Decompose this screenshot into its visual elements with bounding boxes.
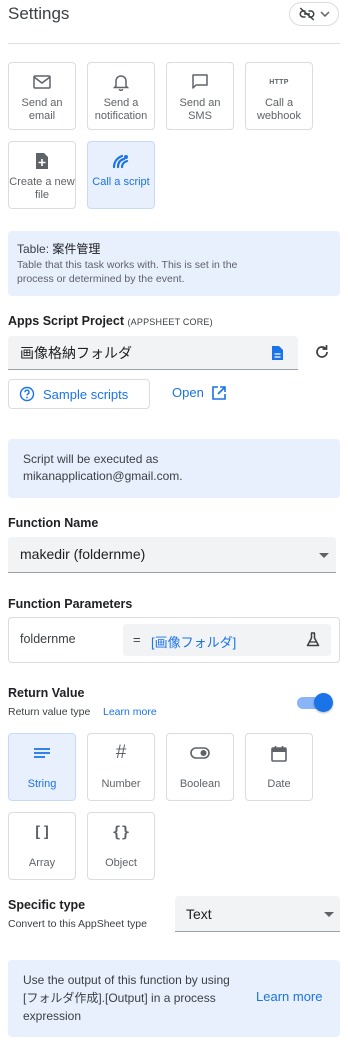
tile-label: Send an email [21, 97, 63, 122]
calendar-icon [271, 745, 287, 762]
open-label: Open [172, 385, 204, 400]
table-info-line: Table: 案件管理 [17, 240, 100, 257]
return-learn-more-link[interactable]: Learn more [103, 706, 157, 718]
header-divider [8, 43, 340, 44]
toggle-knob[interactable] [314, 693, 333, 712]
apps-script-label-text: Apps Script Project [8, 314, 124, 328]
type-object[interactable]: {} Object [87, 812, 155, 880]
page-title: Settings [8, 4, 70, 23]
apps-script-value: 画像格納フォルダ [20, 345, 132, 361]
table-description: Table that this task works with. This is… [17, 259, 238, 285]
link-off-icon [299, 7, 315, 21]
tile-label: Boolean [179, 778, 221, 790]
specific-type-value: Text [186, 906, 212, 922]
execution-note-line1: Script will be executed as [23, 452, 159, 466]
type-boolean[interactable]: Boolean [166, 733, 234, 801]
specific-type-label: Specific type [8, 898, 86, 912]
chat-icon [192, 74, 208, 89]
string-icon [34, 748, 50, 758]
task-create-file[interactable]: Create a new file [8, 141, 76, 209]
return-value-label: Return Value [8, 686, 85, 700]
return-type-sublabel: Return value type [8, 706, 91, 718]
refresh-icon[interactable] [314, 344, 330, 360]
param-expression: [画像フォルダ] [151, 635, 237, 650]
task-send-sms[interactable]: Send an SMS [166, 62, 234, 130]
param-name: foldernme [20, 632, 76, 646]
add-file-icon [36, 153, 48, 169]
dropdown-caret-icon [324, 912, 334, 917]
dropdown-caret-icon [319, 553, 329, 558]
task-call-webhook[interactable]: HTTP Call a webhook [245, 62, 313, 130]
task-call-script[interactable]: Call a script [87, 141, 155, 209]
chevron-down-icon [320, 11, 330, 17]
apps-script-tag: (APPSHEET CORE) [127, 317, 213, 327]
output-note-line1: Use the output of this function by using [23, 973, 230, 987]
specific-type-sublabel: Convert to this AppSheet type [8, 918, 147, 930]
tile-label: String [27, 778, 57, 790]
table-label: Table: [17, 242, 50, 256]
type-number[interactable]: # Number [87, 733, 155, 801]
tile-label: Send a notification [94, 97, 148, 122]
tile-label: Object [105, 857, 137, 869]
output-learn-more-link[interactable]: Learn more [256, 989, 322, 1004]
output-note-line3: expression [23, 1009, 82, 1023]
function-name-value: makedir (foldernme) [20, 546, 146, 562]
open-external-icon [212, 385, 226, 400]
file-icon[interactable] [271, 345, 284, 361]
sample-scripts-label: Sample scripts [43, 386, 129, 402]
execution-note: Script will be executed as mikanapplicat… [23, 451, 323, 485]
apps-script-label: Apps Script Project (APPSHEET CORE) [8, 314, 213, 328]
table-value: 案件管理 [52, 242, 101, 256]
tile-label: Call a script [92, 176, 150, 188]
execution-note-line2: mikanapplication@gmail.com. [23, 469, 183, 483]
tile-label: Date [267, 778, 291, 790]
tile-label: Create a new file [9, 176, 75, 201]
flask-icon[interactable] [306, 632, 320, 647]
function-name-label: Function Name [8, 516, 99, 530]
tile-label: Number [101, 778, 141, 790]
tile-label: Array [28, 857, 56, 869]
function-params-label: Function Parameters [8, 597, 133, 611]
type-string[interactable]: String [8, 733, 76, 801]
brackets-icon: [] [32, 823, 52, 841]
output-note: Use the output of this function by using… [23, 971, 238, 1025]
http-icon: HTTP [269, 78, 289, 86]
help-circle-icon [19, 386, 35, 402]
output-note-line2: [フォルダ作成].[Output] in a process [23, 991, 216, 1005]
task-send-notification[interactable]: Send a notification [87, 62, 155, 130]
type-date[interactable]: Date [245, 733, 313, 801]
tile-label: Send an SMS [179, 97, 221, 122]
mail-icon [33, 75, 51, 89]
sample-scripts-button[interactable]: Sample scripts [8, 379, 150, 409]
open-link[interactable]: Open [172, 385, 226, 400]
link-toggle-button[interactable] [289, 2, 339, 26]
apps-script-icon [112, 154, 129, 169]
type-array[interactable]: [] Array [8, 812, 76, 880]
hash-icon: # [115, 742, 127, 763]
param-equals: = [133, 632, 141, 647]
toggle-icon [190, 747, 210, 759]
task-send-email[interactable]: Send an email [8, 62, 76, 130]
tile-label: Call a webhook [256, 97, 302, 122]
braces-icon: {} [111, 823, 131, 841]
bell-icon [113, 75, 129, 91]
